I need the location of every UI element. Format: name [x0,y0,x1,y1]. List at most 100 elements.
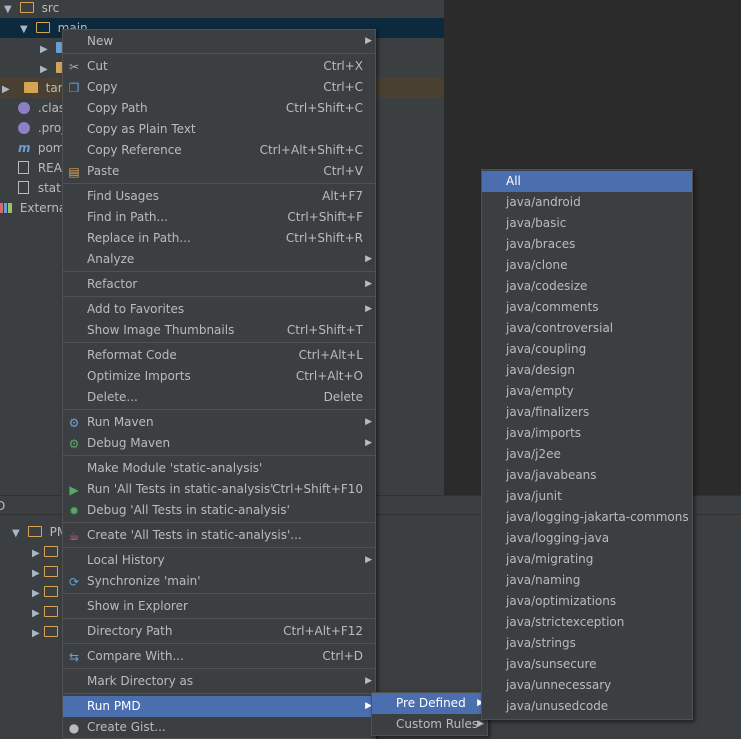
chevron-right-icon[interactable]: ▶ [2,80,14,100]
rule-item[interactable]: java/strictexception [482,612,692,633]
rule-item[interactable]: java/imports [482,423,692,444]
rule-item[interactable]: java/unnecessary [482,675,692,696]
chevron-right-icon[interactable]: ▶ [32,564,44,584]
rule-item[interactable]: java/controversial [482,318,692,339]
rule-item[interactable]: java/migrating [482,549,692,570]
pmd-result-row[interactable]: ▶ [0,602,62,622]
menu-item-copy-reference[interactable]: Copy Reference Ctrl+Alt+Shift+C [63,140,375,161]
tool-window-tab[interactable]: D [0,499,5,513]
rule-item[interactable]: java/logging-java [482,528,692,549]
menu-shortcut: Ctrl+D [322,649,363,663]
menu-item-show-image-thumbnails[interactable]: Show Image Thumbnails Ctrl+Shift+T [63,320,375,341]
separator [63,643,375,644]
menu-item-local-history[interactable]: Local History ▶ [63,550,375,571]
menu-item-run-all-tests[interactable]: ▶ Run 'All Tests in static-analysis' Ctrl+… [63,479,375,500]
chevron-down-icon[interactable]: ▼ [12,524,24,544]
menu-item-copy[interactable]: ❐ Copy Ctrl+C [63,77,375,98]
rule-item[interactable]: java/braces [482,234,692,255]
submenu-arrow-icon: ▶ [365,555,372,565]
chevron-right-icon[interactable]: ▶ [32,584,44,604]
java-icon: ☕ [68,529,80,543]
menu-item-replace-in-path[interactable]: Replace in Path... Ctrl+Shift+R [63,228,375,249]
pmd-result-row[interactable]: ▶ [0,582,62,602]
file-icon [18,181,29,194]
rule-item[interactable]: java/logging-jakarta-commons [482,507,692,528]
sync-icon: ⟳ [68,575,80,589]
submenu-arrow-icon: ▶ [365,304,372,314]
menu-item-debug-maven[interactable]: ⚙ Debug Maven ▶ [63,433,375,454]
menu-item-directory-path[interactable]: Directory Path Ctrl+Alt+F12 [63,621,375,642]
rule-item[interactable]: java/naming [482,570,692,591]
chevron-down-icon[interactable]: ▼ [20,20,32,40]
rule-item[interactable]: java/codesize [482,276,692,297]
rule-item[interactable]: java/strings [482,633,692,654]
rule-item[interactable]: java/j2ee [482,444,692,465]
menu-item-mark-directory-as[interactable]: Mark Directory as ▶ [63,671,375,692]
menu-item-find-in-path[interactable]: Find in Path... Ctrl+Shift+F [63,207,375,228]
rule-item[interactable]: java/coupling [482,339,692,360]
chevron-down-icon[interactable]: ▼ [4,0,16,20]
menu-item-synchronize[interactable]: ⟳ Synchronize 'main' [63,571,375,592]
tree-row-pom[interactable]: m pom [18,138,64,158]
menu-item-show-in-explorer[interactable]: Show in Explorer [63,596,375,617]
separator [63,693,375,694]
rule-item[interactable]: java/comments [482,297,692,318]
menu-item-pre-defined[interactable]: Pre Defined▶ [372,693,487,714]
chevron-right-icon[interactable]: ▶ [32,544,44,564]
menu-item-debug-all-tests[interactable]: ✹ Debug 'All Tests in static-analysis' [63,500,375,521]
menu-item-copy-plain-text[interactable]: Copy as Plain Text [63,119,375,140]
menu-item-cut[interactable]: ✂ Cut Ctrl+X [63,56,375,77]
rule-item[interactable]: java/javabeans [482,465,692,486]
menu-item-analyze[interactable]: Analyze ▶ [63,249,375,270]
menu-item-delete[interactable]: Delete... Delete [63,387,375,408]
menu-item-paste[interactable]: ▤ Paste Ctrl+V [63,161,375,182]
menu-item-new[interactable]: New ▶ [63,31,375,52]
pmd-result-row[interactable]: ▶ [0,542,62,562]
menu-label: Find in Path... [87,210,168,224]
menu-label: Reformat Code [87,348,177,362]
menu-item-find-usages[interactable]: Find Usages Alt+F7 [63,186,375,207]
menu-item-create-gist[interactable]: ● Create Gist... [63,717,375,738]
pmd-result-row[interactable]: ▶ [0,562,62,582]
rule-item[interactable]: java/unusedcode [482,696,692,717]
chevron-right-icon[interactable]: ▶ [32,624,44,644]
rule-item[interactable]: java/basic [482,213,692,234]
predefined-rules-submenu: All java/android java/basic java/braces java… [481,169,693,720]
menu-item-create-all-tests[interactable]: ☕ Create 'All Tests in static-analysis'..… [63,525,375,546]
menu-label: Directory Path [87,624,173,638]
pmd-result-row[interactable]: ▶ [0,622,62,642]
menu-item-copy-path[interactable]: Copy Path Ctrl+Shift+C [63,98,375,119]
rule-item[interactable]: java/finalizers [482,402,692,423]
menu-item-run-maven[interactable]: ⚙ Run Maven ▶ [63,412,375,433]
rule-item[interactable]: java/android [482,192,692,213]
tree-row-src[interactable]: ▼ src [0,0,444,18]
chevron-right-icon[interactable]: ▶ [40,40,52,60]
tree-row-project[interactable]: .proj [18,118,65,138]
rule-item[interactable]: java/junit [482,486,692,507]
chevron-right-icon[interactable]: ▶ [32,604,44,624]
rule-item[interactable]: java/design [482,360,692,381]
rule-item[interactable]: All [482,171,692,192]
rule-item[interactable]: java/clone [482,255,692,276]
menu-label: Run 'All Tests in static-analysis' [87,482,274,496]
file-icon [18,161,29,174]
tree-row-external-libraries[interactable]: External [0,198,70,218]
menu-item-add-to-favorites[interactable]: Add to Favorites ▶ [63,299,375,320]
rule-item[interactable]: java/optimizations [482,591,692,612]
chevron-right-icon[interactable]: ▶ [40,60,52,80]
debug-gear-icon: ⚙ [68,437,80,451]
rule-item[interactable]: java/empty [482,381,692,402]
rule-item[interactable]: java/sunsecure [482,654,692,675]
menu-item-reformat-code[interactable]: Reformat Code Ctrl+Alt+L [63,345,375,366]
menu-label: Analyze [87,252,135,266]
menu-item-refactor[interactable]: Refactor ▶ [63,274,375,295]
pmd-results-root[interactable]: ▼ PM [0,522,67,542]
menu-item-compare-with[interactable]: ⇆ Compare With... Ctrl+D [63,646,375,667]
menu-label: Find Usages [87,189,160,203]
menu-item-run-pmd[interactable]: Run PMD ▶ [63,696,375,717]
menu-item-make-module[interactable]: Make Module 'static-analysis' [63,458,375,479]
menu-item-custom-rules[interactable]: Custom Rules ▶ [372,714,487,735]
menu-label: Debug 'All Tests in static-analysis' [87,503,290,517]
menu-item-optimize-imports[interactable]: Optimize Imports Ctrl+Alt+O [63,366,375,387]
separator [63,668,375,669]
